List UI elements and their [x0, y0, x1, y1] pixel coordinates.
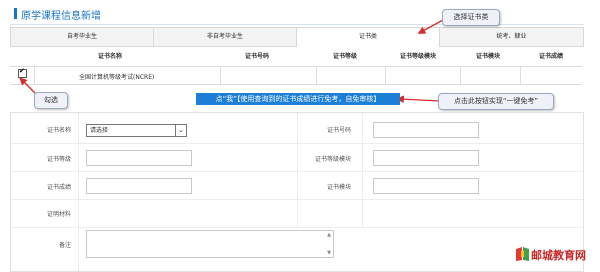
callout-select-certificate: 选择证书类: [442, 9, 500, 26]
cert-score-label: 证书成绩: [46, 184, 71, 191]
chevron-down-icon: ⌄: [175, 125, 186, 136]
arrow-to-checkbox: [19, 77, 36, 94]
remark-textarea[interactable]: ▲ ▼: [86, 230, 334, 258]
certificate-form: 证书名称 请选择 ⌄ 证书号码 证书等级 证书等级模块 证书成绩 证书模块 证明…: [10, 112, 584, 272]
cert-level-label: 证书等级: [46, 156, 71, 163]
cert-name-label: 证书名称: [46, 127, 71, 134]
cert-level-module-label: 证书等级模块: [314, 156, 351, 163]
callout-tick: 勾选: [34, 92, 68, 109]
proof-material-label: 证明材料: [46, 211, 71, 218]
cert-number-field[interactable]: [373, 122, 479, 138]
cert-score-field[interactable]: [86, 178, 192, 194]
arrow-to-exempt-button: [396, 95, 441, 104]
arrow-to-certificate-tab: [417, 19, 444, 34]
scroll-up-icon[interactable]: ▲: [327, 232, 331, 238]
book-logo-icon: [516, 247, 529, 261]
cert-name-select[interactable]: 请选择 ⌄: [86, 124, 187, 137]
cert-level-module-field[interactable]: [373, 150, 479, 166]
cert-name-select-value: 请选择: [90, 127, 109, 134]
one-click-exempt-button[interactable]: 点“我”【使用查询到的证书成绩进行免考，自免审核】: [196, 93, 400, 105]
scroll-down-icon[interactable]: ▼: [327, 250, 331, 256]
cert-number-label: 证书号码: [326, 127, 351, 134]
site-logo: 邮城教育网: [515, 244, 595, 264]
cert-module-label: 证书模块: [326, 184, 351, 191]
logo-text: 邮城教育网: [531, 249, 586, 262]
remark-label: 备注: [58, 242, 71, 249]
cert-module-field[interactable]: [373, 178, 479, 194]
cert-level-field[interactable]: [86, 150, 192, 166]
callout-one-click-exempt: 点击此按钮实现“一键免考”: [438, 93, 554, 110]
